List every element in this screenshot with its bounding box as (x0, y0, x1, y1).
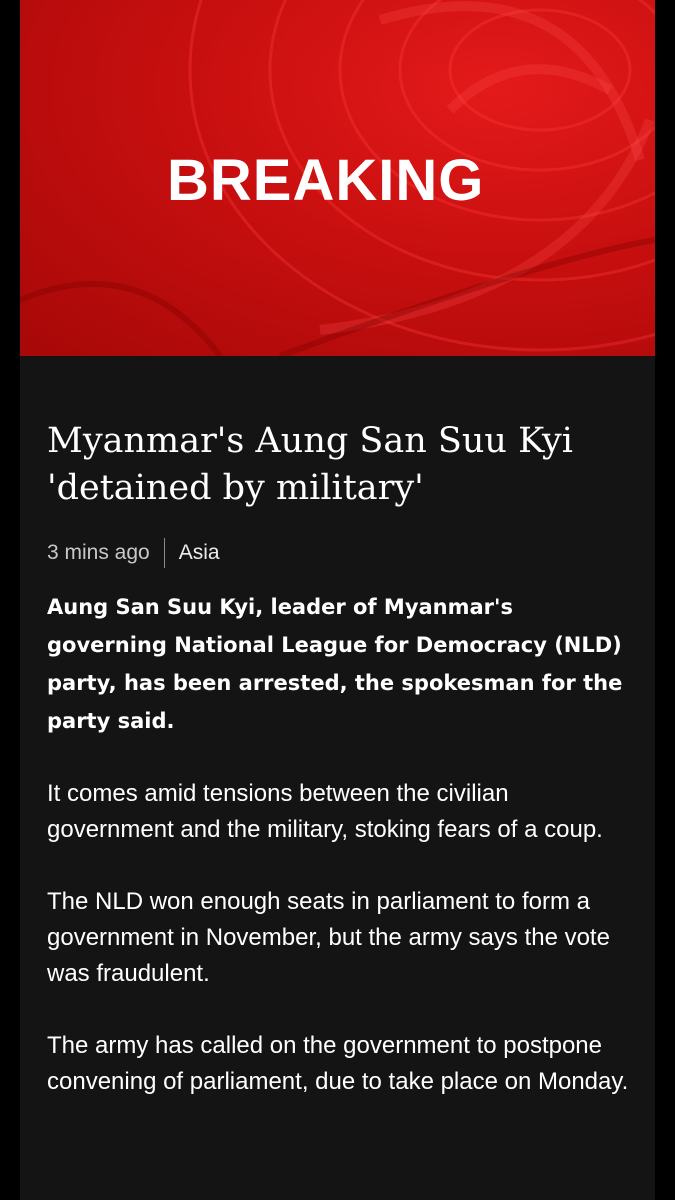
timestamp: 3 mins ago (47, 541, 150, 564)
article-headline: Myanmar's Aung San Suu Kyi 'detained by … (47, 421, 573, 508)
article-paragraph: It comes amid tensions between the civil… (47, 780, 603, 843)
article-meta: 3 mins ago Asia (47, 538, 637, 568)
breaking-label: BREAKING (167, 148, 485, 213)
article-paragraph: The army has called on the government to… (47, 1032, 629, 1095)
article-paragraph: The NLD won enough seats in parliament t… (47, 888, 610, 987)
section-link[interactable]: Asia (179, 541, 220, 565)
article-summary: Aung San Suu Kyi, leader of Myanmar's go… (47, 595, 623, 733)
meta-divider (163, 538, 165, 568)
article-card: BREAKING Myanmar's Aung San Suu Kyi 'det… (20, 0, 655, 1200)
screen: BREAKING Myanmar's Aung San Suu Kyi 'det… (0, 0, 675, 1200)
article-content: Myanmar's Aung San Suu Kyi 'detained by … (47, 418, 637, 1100)
breaking-banner: BREAKING (20, 0, 655, 356)
